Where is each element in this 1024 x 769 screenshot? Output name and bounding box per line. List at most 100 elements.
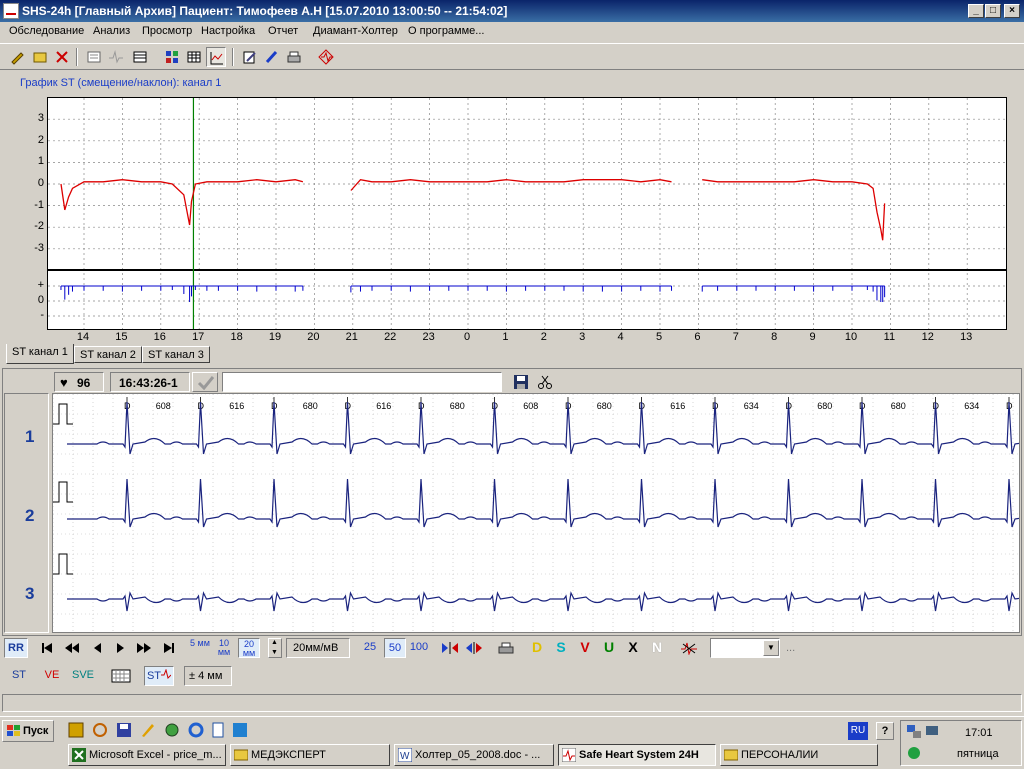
tab-st-channel-2[interactable]: ST канал 2 bbox=[74, 346, 142, 363]
start-button[interactable]: Пуск bbox=[2, 720, 54, 742]
menu-diamant-holter[interactable]: Диамант-Холтер bbox=[310, 22, 401, 41]
help-icon[interactable]: ? bbox=[876, 722, 894, 740]
quicklaunch-doc-icon[interactable] bbox=[210, 722, 228, 740]
task-personalii[interactable]: ПЕРСОНАЛИИ bbox=[720, 744, 878, 766]
quicklaunch-tool-icon[interactable] bbox=[140, 722, 158, 740]
app-icon bbox=[3, 3, 19, 19]
confirm-button[interactable] bbox=[192, 372, 218, 392]
maximize-button[interactable]: □ bbox=[985, 4, 1001, 18]
open-exam-button[interactable] bbox=[8, 47, 28, 67]
gain-spinner[interactable]: ▲ ▼ bbox=[268, 638, 282, 658]
print-button[interactable] bbox=[284, 47, 304, 67]
speed-100-button[interactable]: 100 bbox=[408, 638, 430, 658]
beat-code-d-button[interactable]: D bbox=[528, 638, 546, 658]
first-page-button[interactable] bbox=[38, 638, 56, 658]
back-icon bbox=[94, 643, 101, 653]
delete-button[interactable] bbox=[52, 47, 72, 67]
ecg-time: 16:43:26-1 bbox=[119, 376, 178, 390]
menu-about[interactable]: О программе... bbox=[405, 22, 487, 41]
rr-button[interactable]: RR bbox=[4, 638, 28, 658]
st-trend-button[interactable] bbox=[206, 47, 226, 67]
st-trend-chart[interactable] bbox=[47, 97, 1007, 330]
task-safe-heart[interactable]: Safe Heart System 24H bbox=[558, 744, 716, 766]
more-options[interactable]: ... bbox=[786, 642, 795, 654]
menu-analysis[interactable]: Анализ bbox=[90, 22, 133, 41]
speed-25-button[interactable]: 25 bbox=[360, 638, 380, 658]
title-bar: SHS-24h [Главный Архив] Пациент: Тимофее… bbox=[0, 0, 1024, 22]
ecg-view-button[interactable] bbox=[106, 47, 126, 67]
task-medexpert[interactable]: МЕДЭКСПЕРТ bbox=[230, 744, 390, 766]
fast-back-button[interactable] bbox=[62, 638, 82, 658]
svg-text:W: W bbox=[400, 751, 410, 762]
st-series-line bbox=[702, 179, 886, 241]
quicklaunch-ie-icon[interactable] bbox=[188, 722, 206, 740]
beat-code-v-button[interactable]: V bbox=[576, 638, 594, 658]
beat-code-n-button[interactable]: N bbox=[648, 638, 666, 658]
mail-icon bbox=[93, 723, 107, 737]
quicklaunch-save-icon[interactable] bbox=[116, 722, 134, 740]
table-view-button[interactable] bbox=[130, 47, 150, 67]
cut-button[interactable] bbox=[536, 374, 554, 392]
save-button[interactable] bbox=[512, 374, 530, 392]
pen-tool-button[interactable] bbox=[262, 47, 282, 67]
diamant-icon bbox=[318, 49, 334, 65]
beat-code-u-button[interactable]: U bbox=[600, 638, 618, 658]
edit-report-button[interactable] bbox=[240, 47, 260, 67]
sve-filter-button[interactable]: SVE bbox=[68, 666, 98, 686]
st-filter-button[interactable]: ST bbox=[6, 666, 32, 686]
menu-settings[interactable]: Настройка bbox=[198, 22, 258, 41]
quicklaunch-app-icon[interactable] bbox=[232, 722, 250, 740]
ecg-icon bbox=[109, 50, 123, 64]
grid-view-button[interactable] bbox=[162, 47, 182, 67]
x-tick: 0 bbox=[463, 331, 471, 343]
beat-code-x-button[interactable]: X bbox=[624, 638, 642, 658]
collapse-button[interactable] bbox=[440, 638, 460, 658]
delete-beat-button[interactable] bbox=[678, 638, 700, 658]
last-page-button[interactable] bbox=[160, 638, 178, 658]
network-icon[interactable] bbox=[906, 724, 922, 740]
scale-20mm-button[interactable]: 20 мм bbox=[238, 638, 260, 658]
scale-10mm-button[interactable]: 10 мм bbox=[214, 638, 234, 658]
back-button[interactable] bbox=[88, 638, 106, 658]
rr-interval-label: 608 bbox=[523, 401, 538, 411]
task-word[interactable]: W Холтер_05_2008.doc - ... bbox=[394, 744, 554, 766]
language-indicator[interactable]: RU bbox=[848, 722, 868, 740]
comment-input[interactable] bbox=[222, 372, 502, 392]
tab-st-channel-1[interactable]: ST канал 1 bbox=[6, 344, 74, 364]
tab-st-channel-3[interactable]: ST канал 3 bbox=[142, 346, 210, 363]
st-measure-button[interactable]: ST bbox=[144, 666, 174, 686]
monitor-icon[interactable] bbox=[925, 724, 941, 740]
quicklaunch-mail-icon[interactable] bbox=[92, 722, 110, 740]
print-strip-button[interactable] bbox=[496, 638, 516, 658]
spreadsheet-button[interactable] bbox=[184, 47, 204, 67]
x-tick: 3 bbox=[579, 331, 586, 343]
fast-forward-button[interactable] bbox=[134, 638, 154, 658]
beat-code-s-button[interactable]: S bbox=[552, 638, 570, 658]
speed-50-button[interactable]: 50 bbox=[384, 638, 406, 658]
grid-toggle-button[interactable] bbox=[108, 666, 134, 686]
minimize-button[interactable]: _ bbox=[968, 4, 984, 18]
folder-button[interactable] bbox=[30, 47, 50, 67]
ecg-strip[interactable]: DDDDDDDDDDDDDD60861668061668060868061663… bbox=[52, 393, 1020, 633]
close-button[interactable]: × bbox=[1004, 4, 1020, 18]
browser-icon bbox=[188, 722, 204, 738]
chevron-down-icon[interactable]: ▼ bbox=[763, 640, 779, 656]
quicklaunch-clock-icon[interactable] bbox=[164, 722, 182, 740]
diamant-button[interactable] bbox=[316, 47, 336, 67]
menu-report[interactable]: Отчет bbox=[265, 22, 301, 41]
quicklaunch-editor-icon[interactable] bbox=[68, 722, 86, 740]
list-view-button[interactable] bbox=[84, 47, 104, 67]
menu-examination[interactable]: Обследование bbox=[6, 22, 87, 41]
scale-5mm-button[interactable]: 5 мм bbox=[190, 638, 210, 658]
task-excel[interactable]: Microsoft Excel - price_m... bbox=[68, 744, 226, 766]
heart-icon: ♥ bbox=[60, 375, 68, 390]
x-tick: 13 bbox=[960, 331, 973, 343]
expand-button[interactable] bbox=[464, 638, 484, 658]
floppy-icon bbox=[117, 723, 131, 737]
status-green-icon[interactable] bbox=[906, 745, 922, 761]
forward-button[interactable] bbox=[112, 638, 130, 658]
ve-filter-button[interactable]: VE bbox=[38, 666, 66, 686]
ecg-waveform-svg: DDDDDDDDDDDDDD60861668061668060868061663… bbox=[53, 394, 1019, 632]
beat-filter-select[interactable]: ▼ bbox=[710, 638, 780, 658]
menu-view[interactable]: Просмотр bbox=[139, 22, 195, 41]
